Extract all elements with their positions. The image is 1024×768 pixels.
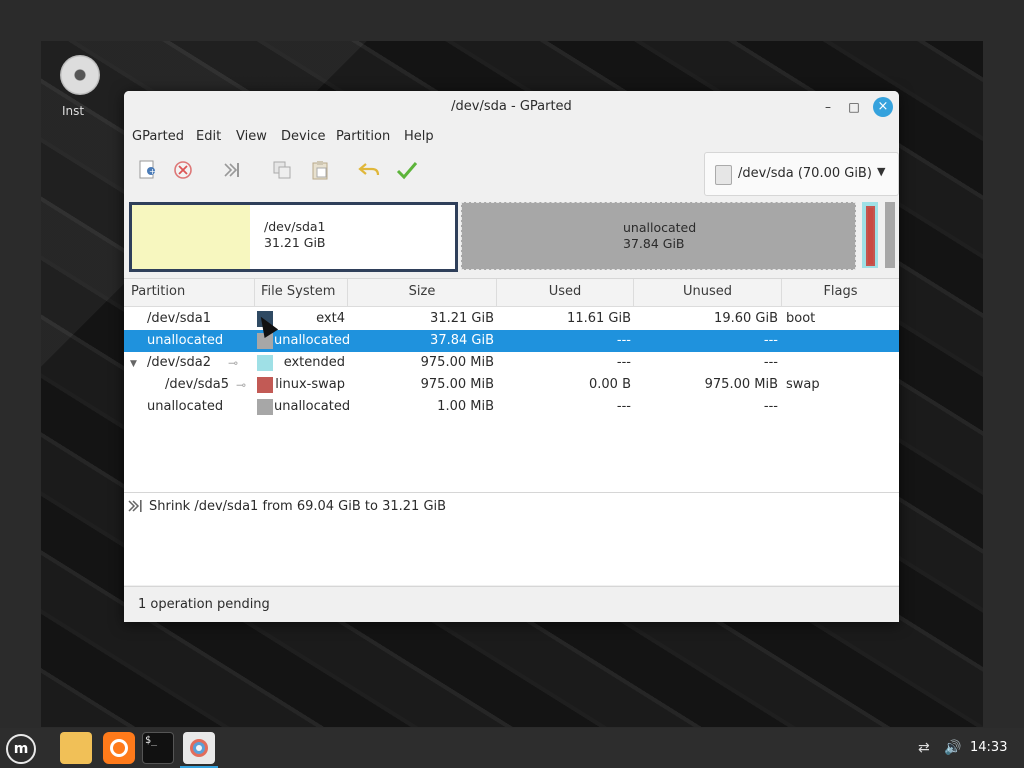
partition-name: unallocated [147,333,224,348]
svg-text:+: + [149,167,156,176]
unused: --- [763,333,778,348]
firefox-icon[interactable] [103,732,135,764]
segment-size: 37.84 GiB [623,236,685,251]
menu-partition[interactable]: Partition [336,129,390,144]
fs-color-swatch [257,355,273,371]
segment-name: /dev/sda1 [264,219,326,234]
flags: swap [786,377,820,392]
size: 975.00 MiB [420,377,494,392]
table-row-selected[interactable]: unallocated unallocated 37.84 GiB --- --… [124,330,899,352]
terminal-icon[interactable]: $_ [142,732,174,764]
desktop-icon-label[interactable]: Inst [62,104,84,118]
used: --- [616,355,631,370]
size: 1.00 MiB [437,399,494,414]
status-text: 1 operation pending [138,597,270,612]
menu-help[interactable]: Help [404,129,434,144]
table-header: Partition File System Size Used Unused F… [124,279,899,307]
disk-map-segment-sda1[interactable]: /dev/sda1 31.21 GiB [129,202,458,272]
col-used[interactable]: Used [497,279,634,306]
undo-icon[interactable] [357,159,381,183]
fs-color-swatch [257,377,273,393]
col-size[interactable]: Size [348,279,497,306]
table-row[interactable]: /dev/sda5 ⊸ linux-swap 975.00 MiB 0.00 B… [124,374,899,396]
gparted-window: /dev/sda - GParted – □ × GParted Edit Vi… [124,91,899,622]
menubar: GParted Edit View Device Partition Help [124,123,899,149]
filesystem: unallocated [274,399,351,414]
flags: boot [786,311,816,326]
partition-name: unallocated [147,399,224,414]
delete-icon[interactable] [171,159,195,183]
table-row[interactable]: ▼ /dev/sda2 ⊸ extended 975.00 MiB --- --… [124,352,899,374]
table-row[interactable]: /dev/sda1 ext4 31.21 GiB 11.61 GiB 19.60… [124,308,899,330]
clock[interactable]: 14:33 [970,740,1007,755]
device-label: /dev/sda (70.00 GiB) [738,166,872,181]
network-icon[interactable]: ⇄ [918,740,930,756]
partition-name: /dev/sda2 [147,355,211,370]
close-button[interactable]: × [873,97,893,117]
table-row[interactable]: unallocated unallocated 1.00 MiB --- --- [124,396,899,418]
col-unused[interactable]: Unused [634,279,782,306]
new-icon[interactable]: + [135,159,159,183]
minimize-button[interactable]: – [820,99,836,115]
used: --- [616,333,631,348]
paste-icon[interactable] [308,159,332,183]
menu-gparted[interactable]: GParted [132,129,184,144]
disk-icon [715,165,732,185]
size: 975.00 MiB [420,355,494,370]
used: 0.00 B [589,377,631,392]
apply-icon[interactable] [395,159,419,183]
partition-name: /dev/sda5 [165,377,229,392]
size: 31.21 GiB [430,311,494,326]
volume-icon[interactable]: 🔊 [944,740,961,756]
key-icon: ⊸ [228,356,239,370]
filesystem: linux-swap [275,377,345,392]
disk-map: /dev/sda1 31.21 GiB unallocated 37.84 Gi… [128,200,897,272]
unused: 19.60 GiB [714,311,778,326]
col-filesystem[interactable]: File System [255,279,348,306]
resize-move-icon[interactable] [220,159,244,183]
filesystem: unallocated [274,333,351,348]
window-title: /dev/sda - GParted [451,99,572,114]
gparted-taskbar-icon[interactable] [183,732,215,764]
taskbar: m $_ ⇄ 🔊 14:33 [0,728,1024,768]
unused: --- [763,399,778,414]
used: 11.61 GiB [567,311,631,326]
menu-device[interactable]: Device [281,129,325,144]
pending-operations-list: Shrink /dev/sda1 from 69.04 GiB to 31.21… [124,492,899,585]
disk-map-segment-unallocated-small[interactable] [885,202,895,268]
operation-item[interactable]: Shrink /dev/sda1 from 69.04 GiB to 31.21… [149,499,446,514]
disk-map-segment-extended[interactable] [862,202,878,268]
titlebar[interactable]: /dev/sda - GParted – □ × [124,91,899,123]
mint-menu-icon[interactable]: m [6,734,36,764]
folder-icon[interactable] [60,732,92,764]
segment-name: unallocated [623,220,697,235]
segment-size: 31.21 GiB [264,235,326,250]
unused: 975.00 MiB [704,377,778,392]
disk-map-segment-swap[interactable] [866,206,875,266]
unused: --- [763,355,778,370]
statusbar: 1 operation pending [124,586,899,622]
maximize-button[interactable]: □ [846,99,862,115]
fs-color-swatch [257,399,273,415]
device-selector[interactable]: /dev/sda (70.00 GiB) ▼ [704,152,899,196]
filesystem: extended [283,355,345,370]
col-flags[interactable]: Flags [782,279,899,306]
expander-arrow-icon[interactable]: ▼ [130,353,137,375]
filesystem: ext4 [316,311,345,326]
chevron-down-icon: ▼ [877,165,886,178]
disk-map-segment-unallocated[interactable]: unallocated 37.84 GiB [461,202,856,270]
copy-icon[interactable] [270,159,294,183]
size: 37.84 GiB [430,333,494,348]
cd-icon[interactable] [60,55,100,95]
key-icon: ⊸ [236,378,247,392]
used-space-fill [132,205,250,269]
resize-move-icon [128,499,144,516]
used: --- [616,399,631,414]
partition-table: Partition File System Size Used Unused F… [124,278,899,492]
col-partition[interactable]: Partition [124,279,255,306]
menu-view[interactable]: View [236,129,267,144]
partition-name: /dev/sda1 [147,311,211,326]
menu-edit[interactable]: Edit [196,129,221,144]
